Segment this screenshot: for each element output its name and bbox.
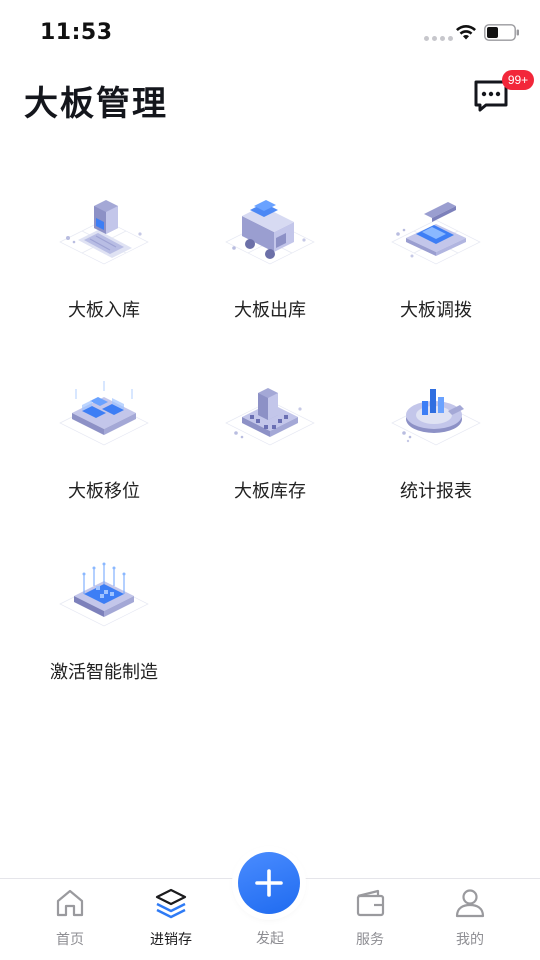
tab-label: 首页 [56, 932, 84, 948]
home-icon [56, 889, 84, 917]
module-slab-transfer[interactable]: 大板调拨 [351, 194, 521, 354]
module-slab-inventory[interactable]: 大板库存 [185, 375, 355, 535]
module-statistics-report[interactable]: 统计报表 [351, 375, 521, 535]
transfer-icon [391, 202, 481, 265]
tab-label: 进销存 [150, 932, 192, 948]
module-label: 激活智能制造 [50, 662, 158, 683]
module-label: 大板出库 [234, 300, 306, 321]
create-button[interactable] [238, 852, 300, 914]
module-label: 统计报表 [400, 481, 472, 502]
module-slab-outbound[interactable]: 大板出库 [185, 194, 355, 354]
status-time: 11:53 [40, 20, 113, 45]
plus-icon [255, 869, 283, 897]
tab-home[interactable]: 首页 [20, 879, 120, 960]
status-bar: 11:53 [0, 0, 540, 64]
relocate-icon [59, 381, 149, 446]
statistics-chart-icon [391, 389, 481, 446]
inventory-icon [225, 388, 315, 446]
smart-manufacturing-chip-icon [59, 562, 149, 627]
message-badge: 99+ [502, 70, 534, 90]
tab-label: 我的 [456, 932, 484, 948]
tab-profile[interactable]: 我的 [420, 879, 520, 960]
create-button-label: 发起 [256, 931, 284, 947]
layers-icon [155, 888, 187, 919]
wifi-icon [456, 25, 476, 40]
module-slab-inbound[interactable]: 大板入库 [19, 194, 189, 354]
page-title: 大板管理 [24, 84, 168, 124]
module-slab-relocate[interactable]: 大板移位 [19, 375, 189, 535]
module-activate-smart-manufacturing[interactable]: 激活智能制造 [19, 556, 189, 716]
user-icon [455, 889, 485, 918]
truck-outbound-icon [225, 200, 315, 265]
message-button[interactable]: 99+ [472, 70, 534, 116]
module-label: 大板库存 [234, 481, 306, 502]
tab-inventory[interactable]: 进销存 [121, 879, 221, 960]
tab-service[interactable]: 服务 [320, 879, 420, 960]
battery-icon [484, 24, 519, 41]
warehouse-inbound-icon [59, 200, 149, 265]
wallet-icon [356, 889, 385, 917]
module-label: 大板调拨 [400, 300, 472, 321]
signal-icon [424, 36, 453, 41]
tab-label: 服务 [356, 932, 384, 948]
module-label: 大板移位 [68, 481, 140, 502]
module-label: 大板入库 [68, 300, 140, 321]
